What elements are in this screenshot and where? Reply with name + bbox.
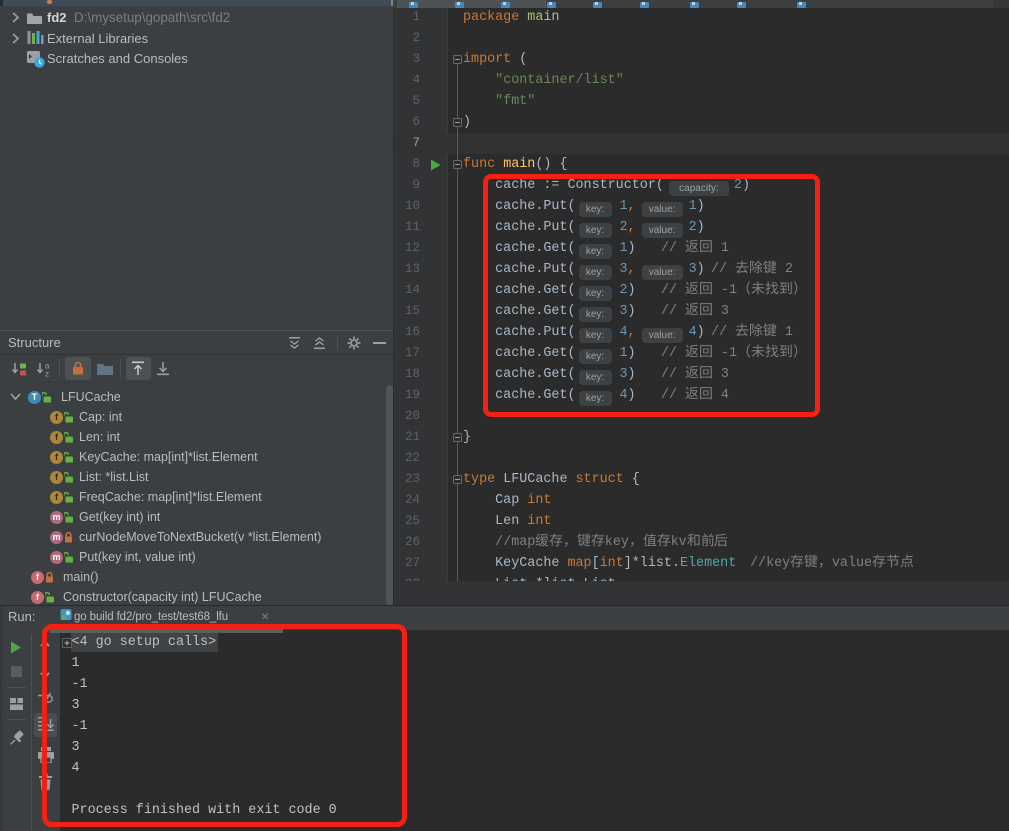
- svg-text:z: z: [45, 370, 49, 378]
